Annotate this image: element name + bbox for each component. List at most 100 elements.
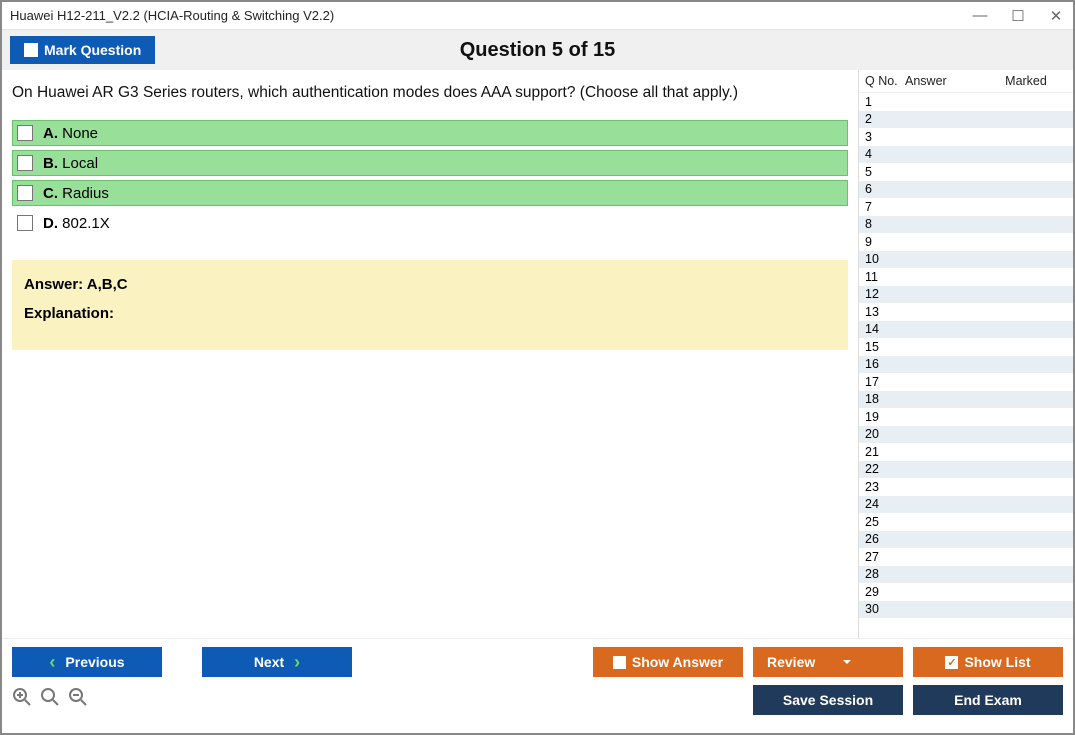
- option-label: B. Local: [43, 155, 98, 172]
- option-checkbox[interactable]: [17, 185, 33, 201]
- question-row-4[interactable]: 4: [859, 146, 1073, 164]
- header-bar: Mark Question Question 5 of 15: [2, 30, 1073, 70]
- row-qno: 22: [865, 462, 905, 476]
- mark-question-button[interactable]: Mark Question: [10, 36, 155, 64]
- row-qno: 25: [865, 515, 905, 529]
- header-qno: Q No.: [865, 74, 905, 88]
- question-row-14[interactable]: 14: [859, 321, 1073, 339]
- review-dropdown[interactable]: Review: [753, 647, 903, 677]
- minimize-icon[interactable]: —: [971, 7, 989, 25]
- review-label: Review: [767, 654, 815, 670]
- row-qno: 13: [865, 305, 905, 319]
- zoom-out-icon[interactable]: [68, 687, 88, 713]
- question-row-13[interactable]: 13: [859, 303, 1073, 321]
- question-row-27[interactable]: 27: [859, 548, 1073, 566]
- row-qno: 20: [865, 427, 905, 441]
- previous-button[interactable]: Previous: [12, 647, 162, 677]
- show-answer-label: Show Answer: [632, 654, 723, 670]
- zoom-reset-icon[interactable]: [40, 687, 60, 713]
- option-B[interactable]: B. Local: [12, 150, 848, 176]
- show-answer-button[interactable]: Show Answer: [593, 647, 743, 677]
- question-row-18[interactable]: 18: [859, 391, 1073, 409]
- question-row-9[interactable]: 9: [859, 233, 1073, 251]
- question-row-8[interactable]: 8: [859, 216, 1073, 234]
- row-qno: 30: [865, 602, 905, 616]
- question-row-11[interactable]: 11: [859, 268, 1073, 286]
- header-marked: Marked: [985, 74, 1067, 88]
- row-qno: 1: [865, 95, 905, 109]
- question-row-26[interactable]: 26: [859, 531, 1073, 549]
- row-qno: 27: [865, 550, 905, 564]
- row-qno: 26: [865, 532, 905, 546]
- app-window: Huawei H12-211_V2.2 (HCIA-Routing & Swit…: [0, 0, 1075, 735]
- next-label: Next: [254, 654, 284, 670]
- option-label: A. None: [43, 125, 98, 142]
- explanation-label: Explanation:: [24, 305, 836, 322]
- row-qno: 3: [865, 130, 905, 144]
- zoom-controls: [12, 687, 88, 713]
- save-session-button[interactable]: Save Session: [753, 685, 903, 715]
- question-row-12[interactable]: 12: [859, 286, 1073, 304]
- question-row-29[interactable]: 29: [859, 583, 1073, 601]
- row-qno: 12: [865, 287, 905, 301]
- window-title: Huawei H12-211_V2.2 (HCIA-Routing & Swit…: [10, 8, 334, 23]
- option-checkbox[interactable]: [17, 215, 33, 231]
- answer-label: Answer: A,B,C: [24, 276, 836, 293]
- question-row-15[interactable]: 15: [859, 338, 1073, 356]
- option-checkbox[interactable]: [17, 155, 33, 171]
- option-D[interactable]: D. 802.1X: [12, 210, 848, 236]
- footer-row-2: Save Session End Exam: [12, 685, 1063, 715]
- question-row-30[interactable]: 30: [859, 601, 1073, 619]
- option-C[interactable]: C. Radius: [12, 180, 848, 206]
- titlebar: Huawei H12-211_V2.2 (HCIA-Routing & Swit…: [2, 2, 1073, 30]
- footer-row-1: Previous Next Show Answer Review ✓Show L…: [12, 647, 1063, 677]
- question-list-body[interactable]: 1234567891011121314151617181920212223242…: [859, 93, 1073, 638]
- question-row-17[interactable]: 17: [859, 373, 1073, 391]
- row-qno: 7: [865, 200, 905, 214]
- question-row-20[interactable]: 20: [859, 426, 1073, 444]
- question-row-22[interactable]: 22: [859, 461, 1073, 479]
- row-qno: 18: [865, 392, 905, 406]
- question-row-21[interactable]: 21: [859, 443, 1073, 461]
- row-qno: 15: [865, 340, 905, 354]
- question-row-28[interactable]: 28: [859, 566, 1073, 584]
- mark-question-label: Mark Question: [44, 42, 141, 58]
- row-qno: 8: [865, 217, 905, 231]
- answer-box: Answer: A,B,C Explanation:: [12, 260, 848, 350]
- question-row-16[interactable]: 16: [859, 356, 1073, 374]
- question-row-3[interactable]: 3: [859, 128, 1073, 146]
- row-qno: 24: [865, 497, 905, 511]
- row-qno: 9: [865, 235, 905, 249]
- question-row-1[interactable]: 1: [859, 93, 1073, 111]
- option-label: D. 802.1X: [43, 215, 110, 232]
- close-icon[interactable]: ✕: [1047, 7, 1065, 25]
- end-exam-button[interactable]: End Exam: [913, 685, 1063, 715]
- next-button[interactable]: Next: [202, 647, 352, 677]
- row-qno: 17: [865, 375, 905, 389]
- question-row-19[interactable]: 19: [859, 408, 1073, 426]
- option-A[interactable]: A. None: [12, 120, 848, 146]
- question-row-24[interactable]: 24: [859, 496, 1073, 514]
- content-area: On Huawei AR G3 Series routers, which au…: [2, 70, 1073, 638]
- show-list-button[interactable]: ✓Show List: [913, 647, 1063, 677]
- option-checkbox[interactable]: [17, 125, 33, 141]
- question-row-2[interactable]: 2: [859, 111, 1073, 129]
- question-row-5[interactable]: 5: [859, 163, 1073, 181]
- row-qno: 21: [865, 445, 905, 459]
- maximize-icon[interactable]: ☐: [1009, 7, 1027, 25]
- question-row-10[interactable]: 10: [859, 251, 1073, 269]
- question-row-7[interactable]: 7: [859, 198, 1073, 216]
- zoom-in-icon[interactable]: [12, 687, 32, 713]
- question-row-23[interactable]: 23: [859, 478, 1073, 496]
- question-list-header: Q No. Answer Marked: [859, 70, 1073, 93]
- show-answer-checkbox-icon: [613, 656, 626, 669]
- row-qno: 11: [865, 270, 905, 284]
- row-qno: 19: [865, 410, 905, 424]
- row-qno: 4: [865, 147, 905, 161]
- question-panel: On Huawei AR G3 Series routers, which au…: [2, 70, 858, 638]
- question-row-6[interactable]: 6: [859, 181, 1073, 199]
- window-controls: — ☐ ✕: [971, 7, 1065, 25]
- question-row-25[interactable]: 25: [859, 513, 1073, 531]
- row-qno: 29: [865, 585, 905, 599]
- footer: Previous Next Show Answer Review ✓Show L…: [2, 638, 1073, 733]
